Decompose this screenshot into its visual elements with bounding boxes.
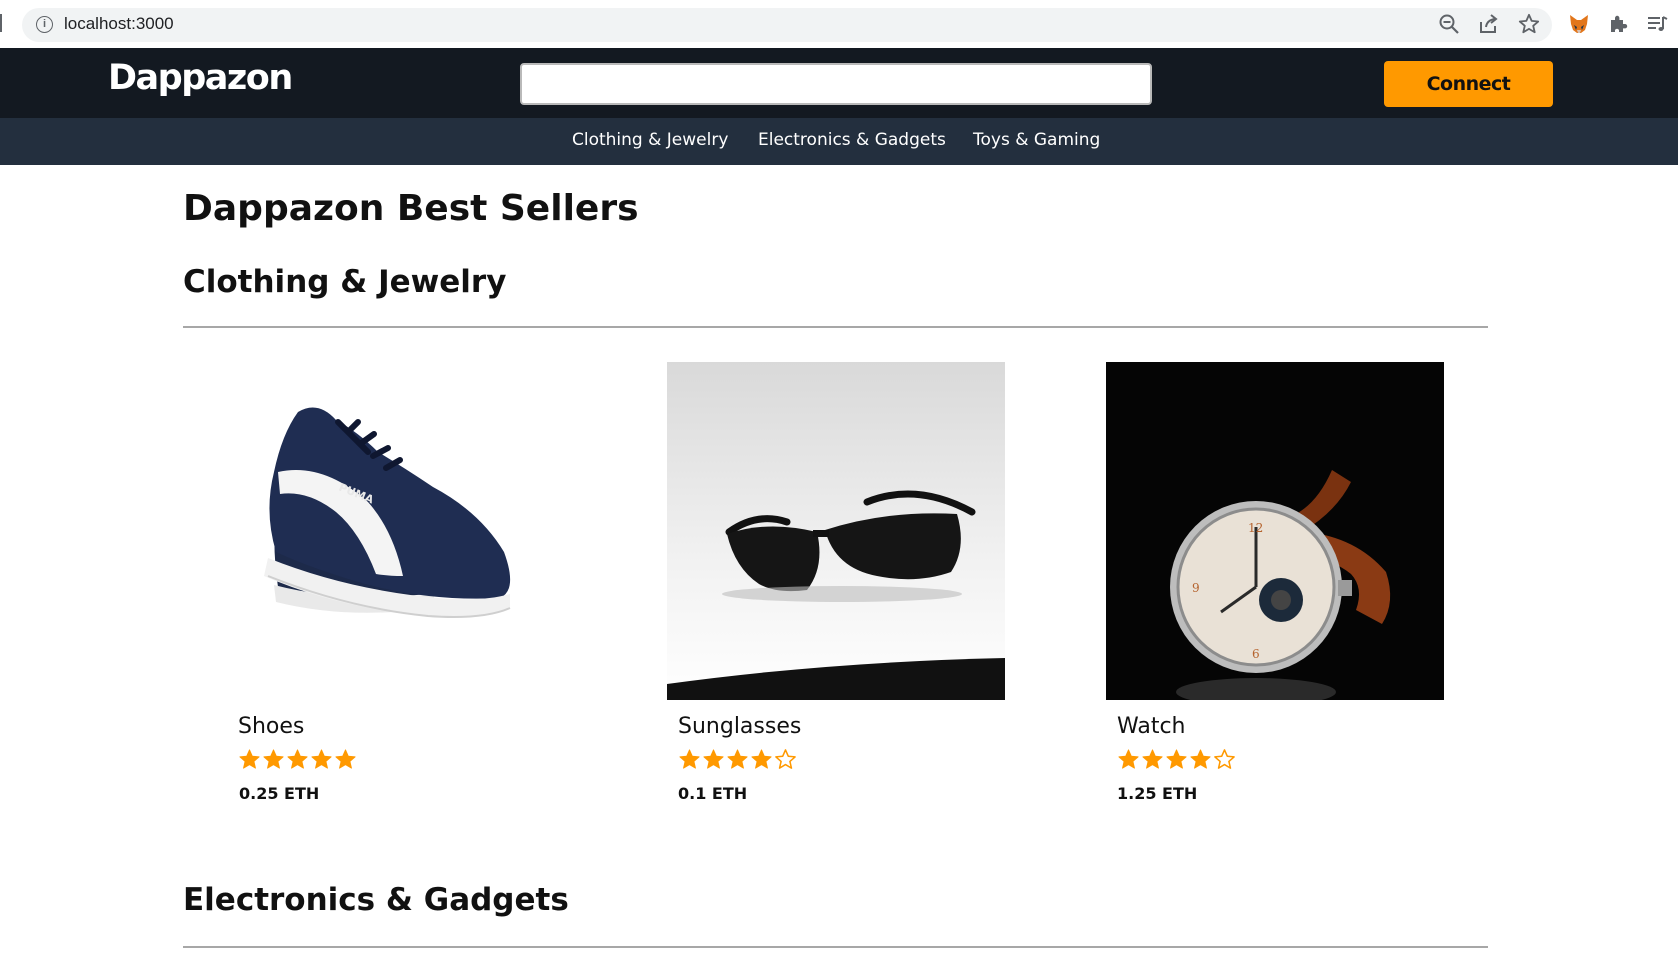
shoes-image: PUMA [228,362,566,700]
product-name[interactable]: Shoes [238,714,304,739]
site-logo[interactable]: Dappazon [108,58,293,98]
nav-link-toys-gaming[interactable]: Toys & Gaming [973,130,1100,150]
bookmark-star-icon[interactable] [1518,13,1540,35]
product-image-sunglasses[interactable] [667,362,1005,700]
star-filled-icon [1166,749,1187,769]
star-filled-icon [727,749,748,769]
connect-wallet-button[interactable]: Connect [1384,61,1553,107]
star-empty-icon [775,749,796,769]
star-filled-icon [263,749,284,769]
section-divider [183,946,1488,948]
search-input[interactable] [520,63,1152,105]
media-controls-icon[interactable] [1646,13,1668,35]
star-filled-icon [703,749,724,769]
product-price: 1.25 ETH [1117,784,1198,803]
product-image-shoes[interactable]: PUMA [228,362,566,700]
zoom-out-icon[interactable] [1438,13,1460,35]
watch-image: 12 9 6 [1106,362,1444,700]
section-title-electronics-gadgets: Electronics & Gadgets [183,882,569,918]
star-filled-icon [287,749,308,769]
site-info-icon[interactable]: i [36,16,53,33]
star-filled-icon [1118,749,1139,769]
nav-link-clothing-jewelry[interactable]: Clothing & Jewelry [572,130,728,150]
page-title: Dappazon Best Sellers [183,188,639,229]
section-divider [183,326,1488,328]
star-filled-icon [1190,749,1211,769]
star-filled-icon [1142,749,1163,769]
star-filled-icon [335,749,356,769]
star-filled-icon [239,749,260,769]
product-price: 0.1 ETH [678,784,748,803]
product-rating [238,748,357,772]
nav-link-electronics-gadgets[interactable]: Electronics & Gadgets [758,130,946,150]
section-title-clothing-jewelry: Clothing & Jewelry [183,264,507,300]
product-name[interactable]: Watch [1117,714,1186,739]
extensions-puzzle-icon[interactable] [1607,13,1629,35]
back-button[interactable] [0,14,4,32]
star-filled-icon [751,749,772,769]
browser-toolbar: i localhost:3000 [0,0,1678,48]
product-rating [1117,748,1236,772]
product-price: 0.25 ETH [239,784,320,803]
share-icon[interactable] [1478,13,1500,35]
sunglasses-image [667,362,1005,700]
svg-text:12: 12 [1248,521,1263,535]
url-text[interactable]: localhost:3000 [64,14,174,34]
star-filled-icon [311,749,332,769]
metamask-fox-icon[interactable] [1568,13,1590,35]
product-name[interactable]: Sunglasses [678,714,801,739]
site-header: Dappazon Connect [0,48,1678,118]
category-nav: Clothing & Jewelry Electronics & Gadgets… [0,118,1678,165]
product-image-watch[interactable]: 12 9 6 [1106,362,1444,700]
star-empty-icon [1214,749,1235,769]
svg-text:9: 9 [1192,581,1200,595]
star-filled-icon [679,749,700,769]
product-card-shoes[interactable]: PUMA Shoes 0.25 ETH [228,362,568,812]
product-rating [678,748,797,772]
svg-text:6: 6 [1252,647,1260,661]
product-card-watch[interactable]: 12 9 6 Watch 1.25 ETH [1106,362,1446,812]
address-bar[interactable] [22,8,1552,42]
product-card-sunglasses[interactable]: Sunglasses 0.1 ETH [667,362,1007,812]
